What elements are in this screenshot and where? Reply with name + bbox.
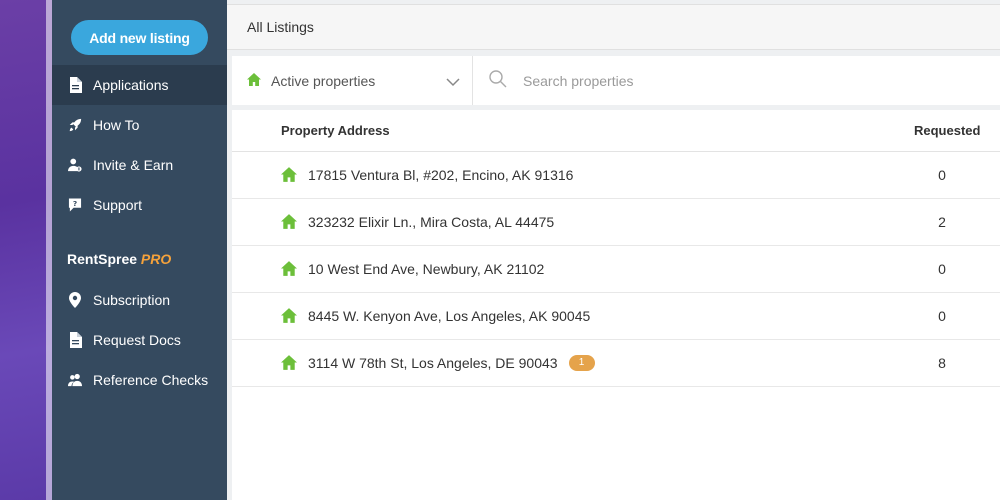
sidebar-item-label: Support [93,197,143,213]
requested-count: 0 [938,261,946,277]
table-row[interactable]: 17815 Ventura Bl, #202, Encino, AK 91316… [232,152,1000,199]
column-header-requested[interactable]: Requested [914,123,980,138]
sidebar-item-support[interactable]: ? Support [52,185,227,225]
sidebar-item-reference-checks[interactable]: Reference Checks [52,360,227,400]
document-icon [68,77,82,93]
document-icon [68,332,82,348]
property-address[interactable]: 17815 Ventura Bl, #202, Encino, AK 91316 [308,167,573,183]
svg-text:?: ? [73,199,77,208]
table-header: Property Address Requested [232,110,1000,152]
home-icon [281,308,297,326]
chevron-down-icon [446,74,460,90]
sidebar-item-label: Invite & Earn [93,157,174,173]
requested-count: 2 [938,214,946,230]
add-new-listing-button[interactable]: Add new listing [71,20,208,55]
table-row[interactable]: 8445 W. Kenyon Ave, Los Angeles, AK 9004… [232,293,1000,340]
table-row[interactable]: 323232 Elixir Ln., Mira Costa, AL 44475 … [232,199,1000,246]
page-title: All Listings [247,19,314,35]
rocket-icon [68,117,82,133]
sidebar-item-label: Subscription [93,292,171,308]
table-row[interactable]: 10 West End Ave, Newbury, AK 21102 0 [232,246,1000,293]
property-address[interactable]: 323232 Elixir Ln., Mira Costa, AL 44475 [308,214,554,230]
main-content: All Listings Active properties Property … [227,0,1000,500]
sidebar-item-label: How To [93,117,140,133]
property-status-dropdown[interactable]: Active properties [232,56,473,105]
sidebar-item-label: Applications [93,77,169,93]
pro-nav: Subscription Request Docs Reference Chec… [52,280,227,400]
column-header-address[interactable]: Property Address [281,123,390,138]
notification-badge: 1 [568,355,595,371]
property-address[interactable]: 10 West End Ave, Newbury, AK 21102 [308,261,544,277]
invite-user-icon [68,157,82,173]
search-area [473,56,1000,105]
page-header: All Listings [227,4,1000,50]
filter-bar: Active properties [232,56,1000,105]
home-icon [247,72,261,89]
sidebar: Add new listing Applications How To Invi… [52,0,227,500]
requested-count: 0 [938,167,946,183]
home-icon [281,355,297,373]
sidebar-item-label: Request Docs [93,332,181,348]
home-icon [281,167,297,185]
sidebar-item-applications[interactable]: Applications [52,65,227,105]
pro-label: PRO [140,251,172,267]
requested-count: 0 [938,308,946,324]
search-input[interactable] [523,72,923,89]
dropdown-selected-value: Active properties [271,72,376,89]
property-address[interactable]: 8445 W. Kenyon Ave, Los Angeles, AK 9004… [308,308,590,324]
table-row[interactable]: 3114 W 78th St, Los Angeles, DE 90043 1 … [232,340,1000,387]
users-icon [68,372,82,388]
home-icon [281,261,297,279]
desktop-background [0,0,52,500]
search-icon [489,70,507,91]
help-chat-icon: ? [68,197,82,213]
listings-table: Property Address Requested 17815 Ventura… [232,110,1000,500]
pro-section-title: RentSpree PRO [67,251,171,267]
sidebar-item-how-to[interactable]: How To [52,105,227,145]
sidebar-item-label: Reference Checks [93,372,209,388]
property-address[interactable]: 3114 W 78th St, Los Angeles, DE 90043 [308,355,558,371]
location-pin-icon [68,292,82,308]
requested-count: 8 [938,355,946,371]
sidebar-item-subscription[interactable]: Subscription [52,280,227,320]
main-nav: Applications How To Invite & Earn ? Supp… [52,65,227,225]
sidebar-item-request-docs[interactable]: Request Docs [52,320,227,360]
home-icon [281,214,297,232]
sidebar-item-invite-earn[interactable]: Invite & Earn [52,145,227,185]
pro-brand: RentSpree [67,251,138,267]
